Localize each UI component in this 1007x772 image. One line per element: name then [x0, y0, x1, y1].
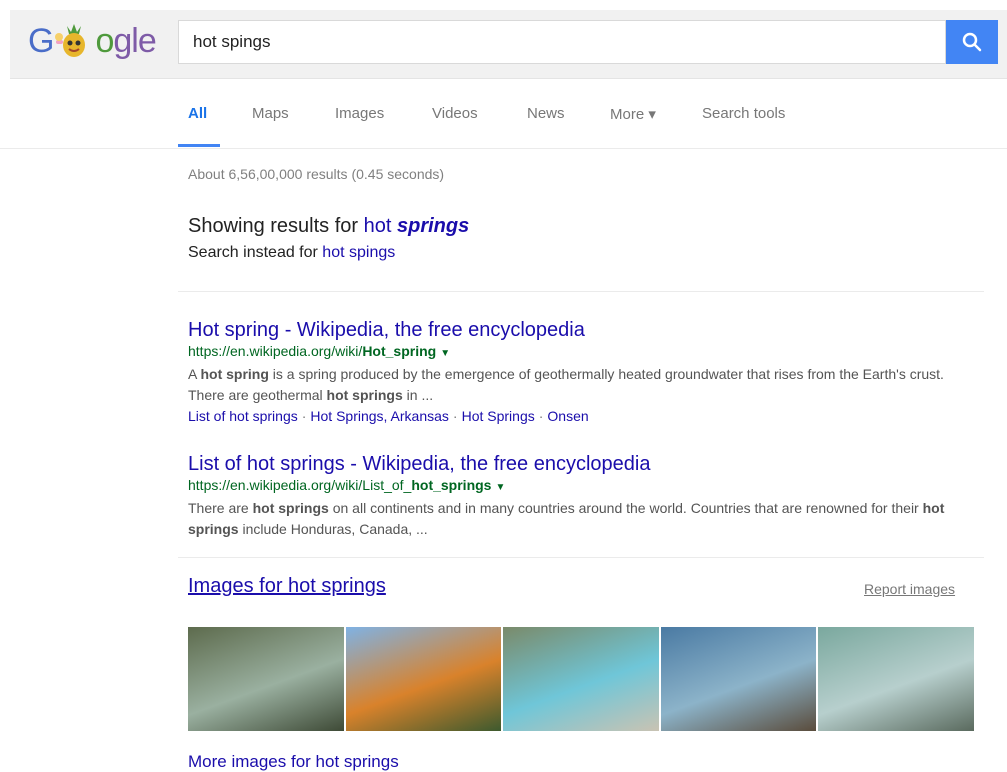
sitelink[interactable]: Hot Springs, Arkansas — [310, 408, 449, 424]
result-stats: About 6,56,00,000 results (0.45 seconds) — [188, 166, 445, 182]
result-url: https://en.wikipedia.org/wiki/List_of_ho… — [188, 477, 506, 493]
pineapple-doodle-icon — [55, 24, 86, 57]
image-thumbnail[interactable] — [188, 627, 344, 731]
corrected-query-link[interactable]: hot springs — [364, 215, 470, 237]
caret-down-icon[interactable]: ▼ — [495, 482, 505, 493]
sitelink[interactable]: List of hot springs — [188, 408, 298, 424]
result-url: https://en.wikipedia.org/wiki/Hot_spring… — [188, 343, 451, 359]
active-tab-indicator — [178, 144, 220, 147]
spelling-correction: Showing results for hot springs — [188, 215, 470, 237]
search-instead: Search instead for hot spings — [188, 244, 396, 261]
divider — [178, 557, 984, 558]
search-button[interactable] — [946, 20, 998, 64]
report-images-link[interactable]: Report images — [864, 581, 955, 597]
result-snippet: A hot spring is a spring produced by the… — [188, 366, 944, 403]
search-tabs: All Maps Images Videos News More ▾ Searc… — [0, 80, 1007, 149]
sitelink[interactable]: Onsen — [547, 408, 588, 424]
sitelink[interactable]: Hot Springs — [462, 408, 535, 424]
tab-videos[interactable]: Videos — [432, 105, 478, 122]
header-bar: G ogle — [10, 10, 1007, 79]
image-thumbnail[interactable] — [345, 627, 502, 731]
image-thumbnail[interactable] — [818, 627, 974, 731]
tab-more[interactable]: More ▾ — [610, 105, 656, 123]
image-strip — [188, 627, 974, 731]
tab-images[interactable]: Images — [335, 105, 384, 122]
search-input[interactable] — [191, 31, 895, 53]
more-images-link[interactable]: More images for hot springs — [188, 752, 399, 772]
divider — [178, 291, 984, 292]
images-heading-link[interactable]: Images for hot springs — [188, 575, 386, 598]
tab-all[interactable]: All — [188, 105, 207, 122]
caret-down-icon[interactable]: ▼ — [440, 348, 450, 359]
search-box[interactable] — [178, 20, 946, 64]
search-icon — [962, 32, 982, 52]
tab-maps[interactable]: Maps — [252, 105, 289, 122]
tab-news[interactable]: News — [527, 105, 565, 122]
search-result-2: List of hot springs - Wikipedia, the fre… — [188, 452, 948, 540]
google-doodle-logo[interactable]: G ogle — [28, 22, 157, 61]
tab-search-tools[interactable]: Search tools — [702, 105, 785, 122]
result-title-link[interactable]: Hot spring - Wikipedia, the free encyclo… — [188, 318, 948, 342]
image-thumbnail[interactable] — [660, 627, 817, 731]
result-sitelinks: List of hot springs · Hot Springs, Arkansa… — [188, 408, 589, 424]
image-thumbnail[interactable] — [503, 627, 659, 731]
original-query-link[interactable]: hot spings — [322, 244, 395, 261]
result-title-link[interactable]: List of hot springs - Wikipedia, the fre… — [188, 452, 948, 476]
search-result-1: Hot spring - Wikipedia, the free encyclo… — [188, 318, 948, 427]
result-snippet: There are hot springs on all continents … — [188, 500, 945, 537]
